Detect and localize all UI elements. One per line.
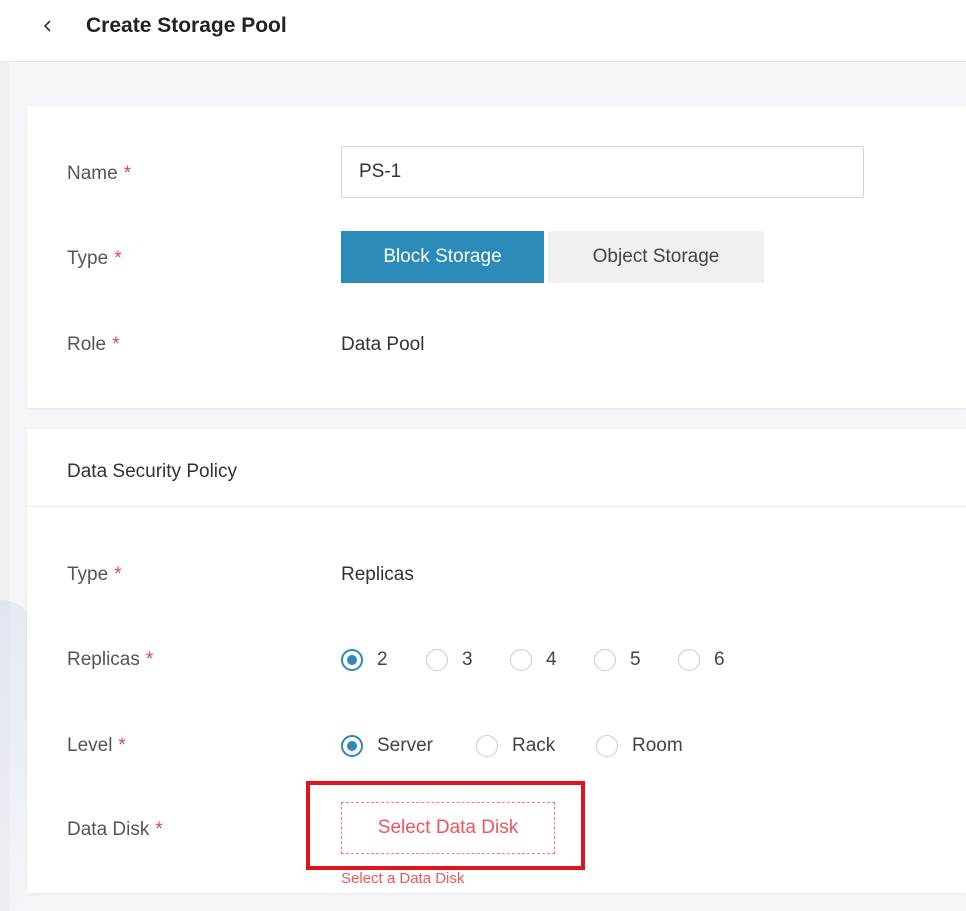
radio-unchecked-icon <box>476 735 498 757</box>
replicas-label: Replicas * <box>67 648 153 672</box>
policy-type-label: Type * <box>67 563 122 587</box>
policy-type-label-text: Type <box>67 564 109 585</box>
replicas-radio-6[interactable]: 6 <box>678 648 725 672</box>
required-mark: * <box>145 649 154 670</box>
radio-checked-icon <box>341 649 363 671</box>
radio-unchecked-icon <box>426 649 448 671</box>
required-mark: * <box>123 163 132 184</box>
radio-dot <box>347 655 357 665</box>
data-disk-label-text: Data Disk <box>67 819 150 840</box>
type-label: Type * <box>67 247 122 271</box>
object-storage-button[interactable]: Object Storage <box>548 231 764 283</box>
level-radio-server[interactable]: Server <box>341 734 433 758</box>
section-title: Data Security Policy <box>67 461 238 482</box>
validation-error: Select a Data Disk <box>341 870 465 887</box>
replicas-radio-3[interactable]: 3 <box>426 648 473 672</box>
radio-checked-icon <box>341 735 363 757</box>
role-label-text: Role <box>67 334 107 355</box>
radio-unchecked-icon <box>510 649 532 671</box>
divider <box>27 506 966 507</box>
level-radio-room[interactable]: Room <box>596 734 683 758</box>
page-header: Create Storage Pool <box>0 0 966 62</box>
level-label-text: Level <box>67 735 113 756</box>
radio-label: 5 <box>630 649 641 670</box>
replicas-radio-5[interactable]: 5 <box>594 648 641 672</box>
radio-label: Rack <box>512 735 556 756</box>
radio-unchecked-icon <box>596 735 618 757</box>
radio-label: 4 <box>546 649 557 670</box>
radio-dot <box>347 741 357 751</box>
radio-label: 6 <box>714 649 725 670</box>
role-value: Data Pool <box>341 334 425 355</box>
block-storage-button[interactable]: Block Storage <box>341 231 544 283</box>
replicas-radio-2[interactable]: 2 <box>341 648 388 672</box>
chevron-left-icon <box>43 20 51 32</box>
level-label: Level * <box>67 734 126 758</box>
back-button[interactable] <box>36 12 60 40</box>
required-mark: * <box>112 334 120 355</box>
level-radio-rack[interactable]: Rack <box>476 734 555 758</box>
name-label-text: Name <box>67 163 118 184</box>
radio-label: Room <box>632 735 683 756</box>
type-label-text: Type <box>67 248 109 269</box>
data-disk-label: Data Disk * <box>67 818 163 842</box>
required-mark: * <box>114 248 122 269</box>
policy-type-value: Replicas <box>341 564 414 585</box>
name-input[interactable] <box>341 146 864 198</box>
page-title: Create Storage Pool <box>86 14 287 37</box>
radio-unchecked-icon <box>678 649 700 671</box>
required-mark: * <box>114 564 122 585</box>
radio-label: Server <box>377 735 433 756</box>
replicas-radio-4[interactable]: 4 <box>510 648 557 672</box>
replicas-label-text: Replicas <box>67 649 140 670</box>
name-label: Name * <box>67 162 131 186</box>
role-label: Role * <box>67 333 119 357</box>
radio-unchecked-icon <box>594 649 616 671</box>
radio-label: 3 <box>462 649 473 670</box>
highlight-annotation <box>306 781 585 870</box>
radio-label: 2 <box>377 649 388 670</box>
required-mark: * <box>155 819 163 840</box>
required-mark: * <box>118 735 126 756</box>
